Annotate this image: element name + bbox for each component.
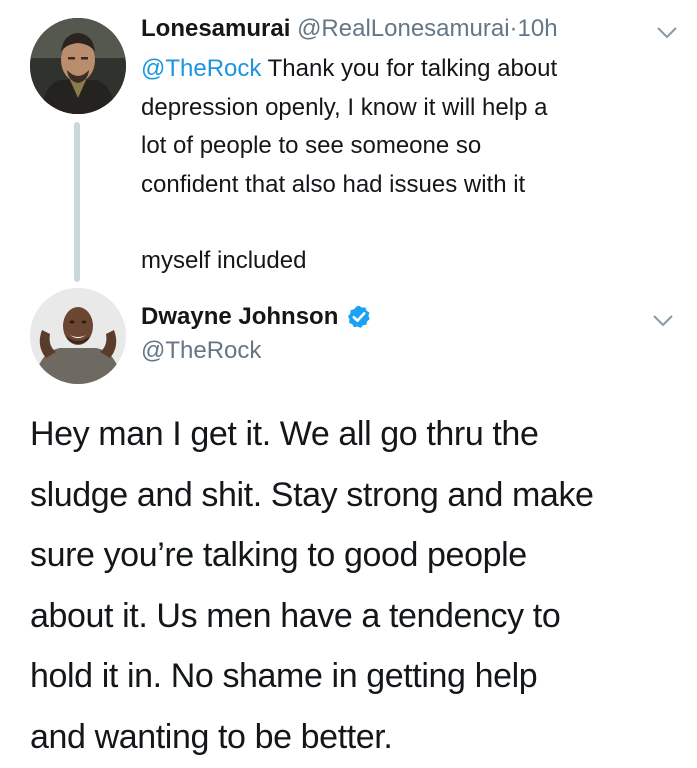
reply-timestamp[interactable]: 10h [518,15,558,42]
tweet-line-3: sure you’re talking to good people [30,536,527,574]
author-name[interactable]: Dwayne Johnson [141,300,338,334]
reply-line-2: depression openly, I know it will help a [141,93,548,121]
tweet-body: Hey man I get it. We all go thru the slu… [30,404,680,767]
author-name-row: Dwayne Johnson [141,300,372,334]
verified-badge-icon [348,305,371,328]
avatar-lonesamurai[interactable] [30,18,126,114]
reply-author-handle[interactable]: @RealLonesamurai [297,15,509,42]
reply-line-1: @TheRock Thank you for talking about [141,50,671,89]
tweet-line-4: about it. Us men have a tendency to [30,596,561,635]
reply-header: Lonesamurai @RealLonesamurai·10h [141,12,558,46]
reply-author-name[interactable]: Lonesamurai [141,15,290,42]
tweet-author: Dwayne Johnson @TheRock [141,300,372,368]
tweet-line-6: and wanting to be better. [30,717,393,756]
avatar-dwayne-johnson-image [30,288,126,384]
avatar-dwayne-johnson[interactable] [30,288,126,384]
reply-line-5: myself included [141,247,307,274]
reply-tweet: Lonesamurai @RealLonesamurai·10h @TheRoc… [0,0,697,290]
chevron-down-icon[interactable] [652,314,674,328]
chevron-down-icon[interactable] [656,26,678,40]
tweet-line-1: Hey man I get it. We all go thru the [30,415,539,453]
tweet-line-5: hold it in. No shame in getting help [30,657,538,695]
mention-link[interactable]: @TheRock [141,55,261,82]
reply-body: @TheRock Thank you for talking about dep… [141,50,671,281]
reply-line-4: confident that also had issues with it [141,170,526,198]
author-handle[interactable]: @TheRock [141,334,372,368]
reply-line-3: lot of people to see someone so [141,132,482,159]
reply-line-1-text: Thank you for talking about [267,55,558,82]
avatar-lonesamurai-image [30,18,126,114]
reply-separator: · [509,15,518,42]
thread-connector-line [74,122,80,282]
tweet-line-2: sludge and shit. Stay strong and make [30,475,594,514]
